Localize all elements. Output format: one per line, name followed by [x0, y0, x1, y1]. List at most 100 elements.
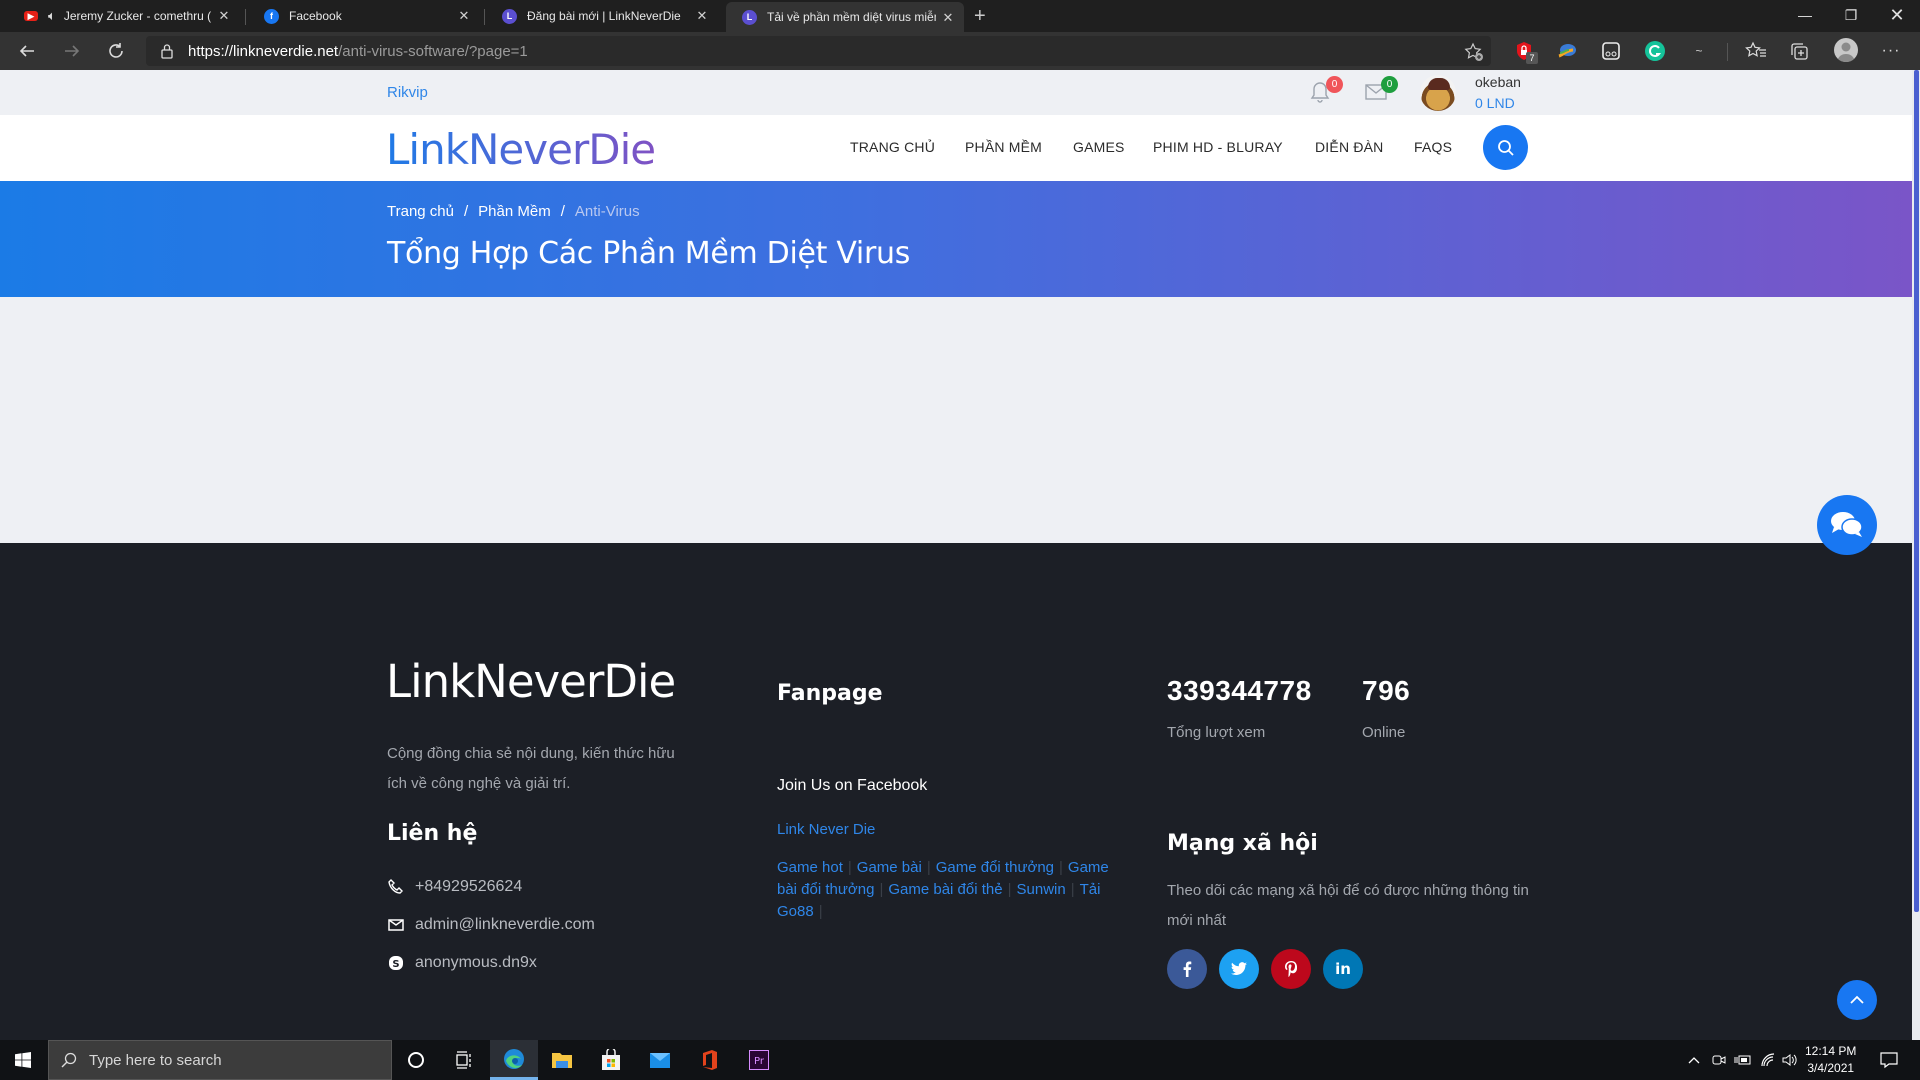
grammarly-extension-icon[interactable]: [1644, 40, 1666, 62]
messages-button[interactable]: 0: [1364, 76, 1398, 106]
tag-link[interactable]: Game đổi thưởng: [936, 859, 1054, 876]
adblock-extension-icon[interactable]: 7: [1513, 40, 1538, 64]
tab-facebook[interactable]: f Facebook ✕: [248, 0, 480, 32]
mail-taskbar-icon[interactable]: [636, 1040, 684, 1080]
url-host: https://linkneverdie.net: [188, 43, 339, 60]
chat-button[interactable]: [1817, 495, 1877, 555]
extension-icon[interactable]: ~: [1688, 40, 1710, 62]
task-view-button[interactable]: [440, 1040, 488, 1080]
tag-link[interactable]: Sunwin: [1017, 881, 1066, 898]
rikvip-link[interactable]: Rikvip: [387, 84, 428, 101]
file-explorer-taskbar-icon[interactable]: [538, 1040, 586, 1080]
tag-link[interactable]: Game bài đổi thẻ: [888, 881, 1002, 898]
online-value: 796: [1362, 675, 1411, 706]
contact-skype[interactable]: S anonymous.dn9x: [387, 954, 537, 972]
breadcrumb-home[interactable]: Trang chủ: [387, 203, 454, 220]
menu-phim-hd[interactable]: PHIM HD - BLURAY: [1153, 139, 1283, 155]
site-header: LinkNeverDie TRANG CHỦ PHẦN MỀM GAMES PH…: [0, 115, 1912, 181]
linkedin-button[interactable]: in: [1323, 949, 1363, 989]
back-button[interactable]: [13, 37, 41, 65]
forward-button[interactable]: [58, 37, 86, 65]
audio-icon[interactable]: 🔈︎: [48, 8, 56, 24]
battery-icon[interactable]: [1733, 1050, 1753, 1070]
username[interactable]: okeban: [1475, 74, 1521, 90]
folder-icon: [552, 1053, 572, 1068]
social-heading: Mạng xã hội: [1167, 831, 1318, 856]
lock-icon[interactable]: [160, 43, 174, 59]
address-bar[interactable]: https://linkneverdie.net/anti-virus-soft…: [146, 36, 1491, 66]
search-button[interactable]: [1483, 125, 1528, 170]
breadcrumb-phan-mem[interactable]: Phần Mềm: [478, 203, 551, 220]
plus-icon: +: [974, 4, 986, 27]
fanpage-link[interactable]: Link Never Die: [777, 821, 875, 838]
add-favorite-icon[interactable]: [1464, 42, 1484, 62]
start-button[interactable]: [0, 1040, 46, 1080]
menu-games[interactable]: GAMES: [1073, 139, 1125, 155]
close-tab-icon[interactable]: ✕: [694, 8, 710, 24]
taskbar-search[interactable]: Type here to search: [48, 1040, 392, 1080]
favorites-button[interactable]: [1745, 40, 1767, 62]
close-tab-icon[interactable]: ✕: [456, 8, 472, 24]
cortana-icon: [408, 1052, 424, 1068]
scrollbar-thumb[interactable]: [1914, 70, 1919, 912]
tag-link[interactable]: Game bài: [857, 859, 922, 876]
profile-button[interactable]: [1834, 38, 1858, 62]
close-window-button[interactable]: ✕: [1874, 0, 1920, 30]
minimize-button[interactable]: —: [1782, 0, 1828, 30]
collections-icon: [1791, 43, 1808, 60]
footer-logo[interactable]: LinkNeverDie: [386, 655, 676, 708]
twitter-button[interactable]: [1219, 949, 1259, 989]
tab-youtube[interactable]: ▶ 🔈︎ Jeremy Zucker - comethru ( ✕: [8, 0, 240, 32]
office-taskbar-icon[interactable]: [686, 1040, 734, 1080]
page-scrollbar[interactable]: [1912, 70, 1920, 1040]
reload-button[interactable]: [102, 37, 130, 65]
contact-phone[interactable]: +84929526624: [387, 878, 522, 896]
chevron-up-icon: [1850, 995, 1864, 1004]
premiere-taskbar-icon[interactable]: Pr: [735, 1040, 783, 1080]
taskbar-clock[interactable]: 12:14 PM 3/4/2021: [1805, 1043, 1856, 1077]
restore-button[interactable]: ❐: [1828, 0, 1874, 30]
pinterest-button[interactable]: [1271, 949, 1311, 989]
youtube-icon: ▶: [24, 11, 38, 21]
wifi-icon[interactable]: [1758, 1050, 1778, 1070]
social-description: Theo dõi các mạng xã hội để có được nhữn…: [1167, 882, 1529, 929]
pinterest-icon: [1285, 961, 1297, 977]
more-menu-button[interactable]: ···: [1880, 40, 1902, 62]
balance[interactable]: 0 LND: [1475, 95, 1515, 111]
contact-email[interactable]: admin@linkneverdie.com: [387, 916, 595, 934]
office-icon: [703, 1050, 717, 1070]
idm-extension-icon[interactable]: [1556, 40, 1578, 62]
taskbar-search-placeholder: Type here to search: [89, 1051, 222, 1069]
menu-trang-chu[interactable]: TRANG CHỦ: [850, 139, 935, 155]
notifications-button[interactable]: 0: [1309, 76, 1343, 106]
svg-text:Pr: Pr: [754, 1056, 765, 1067]
reader-extension-icon[interactable]: [1600, 40, 1622, 62]
tab-active-anti-virus[interactable]: L Tải về phần mềm diệt virus miễn ✕: [726, 2, 964, 32]
menu-faqs[interactable]: FAQS: [1414, 139, 1452, 155]
facebook-button[interactable]: [1167, 949, 1207, 989]
site-logo[interactable]: LinkNeverDie: [386, 125, 656, 174]
menu-phan-mem[interactable]: PHẦN MỀM: [965, 139, 1042, 155]
close-tab-icon[interactable]: ✕: [940, 10, 956, 26]
volume-icon[interactable]: [1780, 1050, 1800, 1070]
cortana-button[interactable]: [392, 1040, 440, 1080]
menu-dien-dan[interactable]: DIỄN ĐÀN: [1315, 139, 1384, 155]
tab-dang-bai-moi[interactable]: L Đăng bài mới | LinkNeverDie ✕: [486, 0, 718, 32]
edge-taskbar-icon[interactable]: [490, 1040, 538, 1080]
collections-button[interactable]: [1788, 40, 1810, 62]
close-tab-icon[interactable]: ✕: [216, 8, 232, 24]
user-avatar[interactable]: [1420, 75, 1456, 111]
clock-date: 3/4/2021: [1807, 1061, 1855, 1075]
action-center-button[interactable]: [1878, 1049, 1900, 1071]
search-icon: [61, 1052, 77, 1068]
browser-tab-bar: ▶ 🔈︎ Jeremy Zucker - comethru ( ✕ f Face…: [0, 0, 1920, 32]
tag-link[interactable]: Game hot: [777, 859, 843, 876]
show-hidden-icons-button[interactable]: [1684, 1050, 1704, 1070]
new-tab-button[interactable]: +: [968, 0, 998, 32]
meet-now-icon[interactable]: [1709, 1050, 1729, 1070]
scroll-to-top-button[interactable]: [1837, 980, 1877, 1020]
total-views-label: Tổng lượt xem: [1167, 724, 1266, 741]
url-text[interactable]: https://linkneverdie.net/anti-virus-soft…: [188, 43, 528, 60]
store-icon: [602, 1049, 620, 1070]
store-taskbar-icon[interactable]: [587, 1040, 635, 1080]
